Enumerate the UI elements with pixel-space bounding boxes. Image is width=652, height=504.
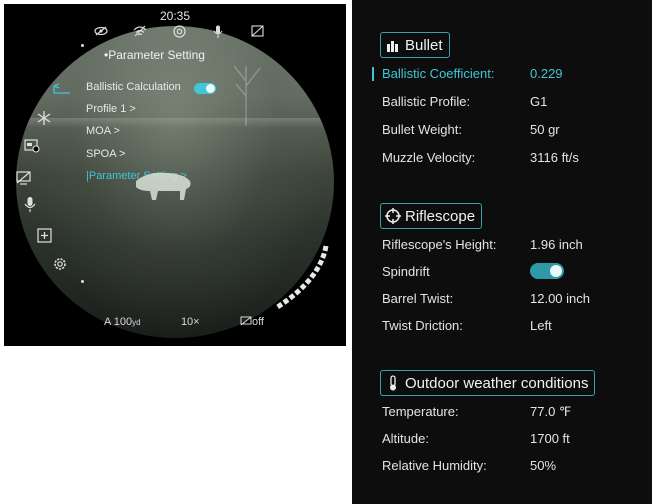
menu-item-profile[interactable]: Profile 1 >	[86, 103, 136, 115]
eye-off-icon[interactable]	[94, 25, 108, 37]
thermometer-icon	[385, 375, 401, 391]
menu-item-spoa[interactable]: SPOA >	[86, 148, 125, 160]
menu-item-moa[interactable]: MOA >	[86, 125, 120, 137]
image-off-icon[interactable]	[250, 25, 264, 37]
spindrift-toggle[interactable]	[530, 263, 564, 279]
back-arrow-icon[interactable]	[52, 83, 72, 95]
bottom-info-bar: A 100yd 10× off	[104, 316, 264, 328]
microphone-icon[interactable]	[22, 196, 38, 212]
bullet-section-header: Bullet	[380, 32, 450, 58]
display-mode-icon[interactable]	[24, 138, 40, 154]
range-readout: A 100yd	[104, 316, 141, 328]
scope-view: 20:35 •Parameter Setting Ballistic Calcu…	[4, 4, 346, 346]
pip-status: off	[240, 316, 264, 328]
riflescope-section-header: Riflescope	[380, 203, 483, 229]
clock: 20:35	[159, 9, 191, 23]
menu-item-ballistic-calculation[interactable]: Ballistic Calculation	[86, 81, 181, 93]
horizon-glow	[16, 118, 334, 128]
menu-title: •Parameter Setting	[104, 48, 205, 62]
zoom-readout: 10×	[180, 316, 200, 328]
settings-target-icon[interactable]	[172, 24, 186, 38]
scroll-dot-top	[81, 44, 84, 47]
scroll-dot-bottom	[81, 280, 84, 283]
selection-indicator	[372, 67, 374, 81]
tree-silhouette	[233, 65, 261, 126]
pip-off-icon	[240, 316, 252, 326]
crosshair-icon	[385, 208, 401, 224]
weather-section-header: Outdoor weather conditions	[380, 370, 596, 396]
ballistic-calculation-toggle[interactable]	[194, 83, 216, 94]
monitor-off-icon[interactable]	[16, 170, 32, 186]
parameter-settings-panel: Bullet Ballistic Coefficient: 0.229 Ball…	[352, 0, 652, 504]
zoom-level-arc	[274, 245, 329, 311]
toggle-knob	[206, 84, 215, 93]
gear-icon[interactable]	[52, 256, 68, 272]
snowflake-icon[interactable]	[36, 110, 52, 126]
status-bar	[94, 24, 264, 38]
toggle-knob	[550, 265, 562, 277]
wifi-off-icon[interactable]	[133, 25, 147, 37]
bullet-icon	[385, 37, 401, 53]
add-square-icon[interactable]	[36, 227, 52, 243]
wild-boar-silhouette	[136, 172, 191, 200]
mic-icon[interactable]	[211, 25, 225, 38]
